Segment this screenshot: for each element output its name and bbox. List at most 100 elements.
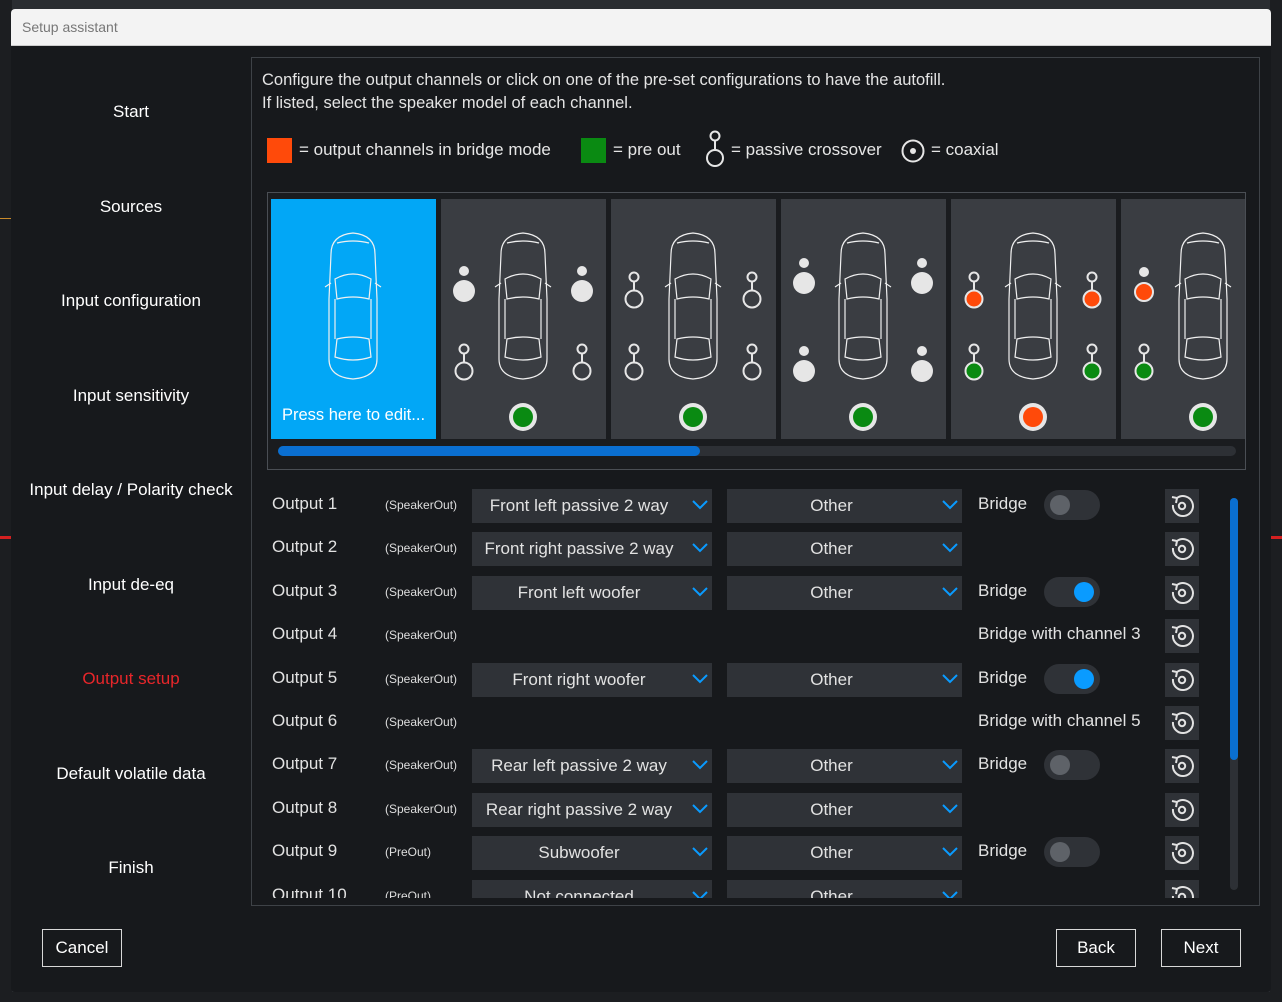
reset-channel-button[interactable]	[1165, 836, 1199, 871]
output-row: Output 7 (SpeakerOut) Rear left passive 2 …	[262, 746, 1252, 786]
output-row: Output 9 (PreOut) Subwoofer Other Bridge	[262, 833, 1252, 873]
preset-4-diagram	[964, 232, 1102, 431]
speaker-model-value: Other	[810, 886, 853, 898]
next-button[interactable]: Next	[1161, 929, 1241, 967]
chevron-down-icon	[942, 543, 958, 553]
preset-card-3[interactable]	[781, 199, 946, 439]
speaker-model-value: Other	[810, 582, 853, 602]
reset-channel-button[interactable]	[1165, 575, 1199, 610]
preset-scrollbar-thumb[interactable]	[278, 446, 700, 456]
output-type: (SpeakerOut)	[385, 628, 458, 643]
preset-card-2[interactable]	[611, 199, 776, 439]
output-name: Output 4	[272, 624, 338, 644]
nav-step-sources[interactable]: Sources	[11, 197, 251, 217]
output-name: Output 8	[272, 797, 338, 817]
preset-card-5[interactable]	[1121, 199, 1245, 439]
reset-channel-button[interactable]	[1165, 489, 1199, 523]
output-list-scrollbar[interactable]	[1230, 498, 1238, 890]
preset-card-1[interactable]	[441, 199, 606, 439]
legend-preout-text: = pre out	[613, 140, 681, 159]
speaker-position-dropdown[interactable]: Not connected	[472, 879, 712, 898]
preout-color-swatch	[581, 138, 606, 163]
output-list-scrollbar-thumb[interactable]	[1230, 498, 1238, 760]
speaker-position-value: Front left woofer	[517, 582, 641, 602]
bridge-label: Bridge	[978, 667, 1028, 687]
nav-step-finish[interactable]: Finish	[11, 858, 251, 878]
nav-step-input-configuration[interactable]: Input configuration	[11, 291, 251, 311]
nav-step-output-setup[interactable]: Output setup	[11, 669, 251, 689]
background-marker-line	[1270, 536, 1282, 539]
output-name: Output 7	[272, 754, 338, 774]
chevron-down-icon	[942, 804, 958, 814]
output-setup-panel: Configure the output channels or click o…	[251, 57, 1260, 906]
chevron-down-icon	[692, 804, 708, 814]
bridge-label: Bridge	[978, 580, 1028, 600]
bridge-toggle[interactable]	[1044, 750, 1100, 781]
speaker-position-dropdown[interactable]: Subwoofer	[472, 836, 712, 871]
bridge-toggle[interactable]	[1044, 490, 1100, 520]
reset-icon	[1171, 842, 1194, 865]
speaker-model-dropdown[interactable]: Other	[727, 532, 962, 567]
output-row: Output 10 (PreOut) Not connected Other	[262, 877, 1252, 898]
reset-icon	[1171, 798, 1194, 821]
speaker-position-value: Rear right passive 2 way	[485, 799, 673, 819]
bridge-toggle[interactable]	[1044, 837, 1100, 868]
speaker-model-dropdown[interactable]: Other	[727, 792, 962, 827]
chevron-down-icon	[942, 673, 958, 684]
speaker-model-value: Other	[810, 669, 853, 689]
chevron-down-icon	[692, 500, 708, 510]
speaker-model-dropdown[interactable]: Other	[727, 575, 962, 610]
preset-card-4[interactable]	[951, 199, 1116, 439]
bridge-toggle[interactable]	[1044, 576, 1100, 607]
speaker-position-dropdown[interactable]: Front left passive 2 way	[472, 489, 712, 523]
preset-2-diagram	[624, 232, 762, 431]
reset-channel-button[interactable]	[1165, 749, 1199, 784]
output-type: (SpeakerOut)	[385, 671, 458, 686]
speaker-position-dropdown[interactable]: Rear right passive 2 way	[472, 792, 712, 827]
background-app-right	[1270, 0, 1282, 1002]
speaker-model-dropdown[interactable]: Other	[727, 836, 962, 871]
speaker-model-value: Other	[810, 756, 853, 776]
speaker-position-dropdown[interactable]: Front left woofer	[472, 575, 712, 610]
setup-assistant-dialog: Setup assistant Start Sources Input conf…	[11, 9, 1271, 992]
output-name: Output 1	[272, 494, 338, 513]
speaker-model-dropdown[interactable]: Other	[727, 879, 962, 898]
speaker-position-value: Rear left passive 2 way	[491, 756, 667, 776]
speaker-position-dropdown[interactable]: Rear left passive 2 way	[472, 749, 712, 784]
dialog-title: Setup assistant	[11, 9, 1271, 46]
reset-icon	[1171, 495, 1194, 517]
reset-channel-button[interactable]	[1165, 706, 1199, 740]
reset-channel-button[interactable]	[1165, 532, 1199, 567]
nav-step-input-sensitivity[interactable]: Input sensitivity	[11, 386, 251, 406]
bridge-toggle-knob	[1074, 581, 1094, 602]
cancel-button[interactable]: Cancel	[42, 929, 122, 967]
speaker-position-dropdown[interactable]: Front right woofer	[472, 662, 712, 697]
speaker-position-value: Front right woofer	[512, 669, 646, 689]
reset-channel-button[interactable]	[1165, 792, 1199, 827]
preset-scrollbar[interactable]	[278, 446, 1236, 456]
legend-bridge-text: = output channels in bridge mode	[299, 140, 551, 159]
reset-channel-button[interactable]	[1165, 879, 1199, 898]
reset-channel-button[interactable]	[1165, 619, 1199, 654]
reset-icon	[1171, 538, 1194, 561]
speaker-model-dropdown[interactable]: Other	[727, 749, 962, 784]
speaker-model-value: Other	[810, 843, 853, 863]
preset-editor-card[interactable]: Press here to edit...	[271, 199, 436, 439]
nav-step-start[interactable]: Start	[11, 102, 251, 122]
nav-step-input-de-eq[interactable]: Input de-eq	[11, 575, 251, 595]
speaker-position-dropdown[interactable]: Front right passive 2 way	[472, 532, 712, 567]
speaker-position-value: Subwoofer	[538, 843, 620, 863]
output-row: Output 6 (SpeakerOut) Bridge with channel …	[262, 703, 1252, 743]
speaker-model-dropdown[interactable]: Other	[727, 662, 962, 697]
nav-step-default-volatile-data[interactable]: Default volatile data	[11, 764, 251, 784]
back-button[interactable]: Back	[1056, 929, 1136, 967]
reset-icon	[1171, 885, 1194, 898]
output-channel-list: Output 1 (SpeakerOut) Front left passive 2…	[262, 486, 1252, 898]
output-name: Output 10	[272, 884, 347, 898]
reset-icon	[1171, 625, 1194, 648]
bridge-label: Bridge	[978, 494, 1028, 513]
bridge-toggle[interactable]	[1044, 663, 1100, 694]
nav-step-input-delay[interactable]: Input delay / Polarity check	[11, 480, 251, 500]
speaker-model-dropdown[interactable]: Other	[727, 489, 962, 523]
reset-channel-button[interactable]	[1165, 662, 1199, 697]
